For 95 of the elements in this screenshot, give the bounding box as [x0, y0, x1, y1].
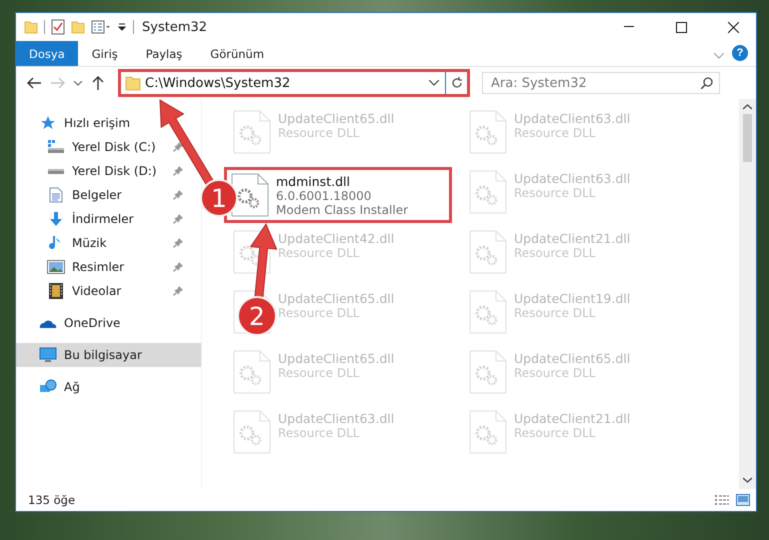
file-detail: Resource DLL: [278, 246, 360, 260]
drive-icon: [47, 139, 65, 155]
properties-icon[interactable]: [91, 20, 111, 34]
nav-item[interactable]: İndirmeler: [16, 207, 201, 231]
nav-item[interactable]: Yerel Disk (C:): [16, 135, 201, 159]
dll-file-icon: [468, 349, 508, 395]
details-view-icon[interactable]: [714, 494, 730, 506]
address-field[interactable]: C:\Windows\System32: [141, 76, 423, 90]
refresh-icon: [450, 77, 462, 89]
file-detail: Modem Class Installer: [276, 203, 408, 217]
nav-label: Ağ: [64, 380, 81, 394]
computer-icon: [39, 347, 57, 363]
up-arrow-icon: [92, 76, 104, 90]
nav-item[interactable]: Resimler: [16, 255, 201, 279]
file-name[interactable]: mdminst.dll: [276, 174, 408, 189]
close-icon: [728, 22, 738, 32]
pin-icon[interactable]: [173, 142, 183, 152]
nav-label: İndirmeler: [72, 212, 135, 226]
nav-label: Belgeler: [72, 188, 123, 202]
document-icon: [49, 187, 63, 203]
item-count: 135 öğe: [28, 493, 76, 507]
chevron-down-icon[interactable]: [429, 80, 439, 86]
pin-icon[interactable]: [173, 166, 183, 176]
dll-file-icon: [468, 409, 508, 455]
maximize-icon: [676, 22, 686, 32]
pin-icon[interactable]: [173, 286, 183, 296]
search-box[interactable]: Ara: System32: [482, 72, 720, 94]
network-icon: [39, 379, 57, 395]
file-detail: Resource DLL: [514, 306, 596, 320]
folder-icon: [71, 20, 85, 34]
left-arrow-icon: [27, 77, 41, 89]
nav-label: Hızlı erişim: [64, 116, 132, 130]
nav-item[interactable]: Belgeler: [16, 183, 201, 207]
nav-label: Müzik: [72, 236, 108, 250]
picture-icon: [47, 260, 65, 274]
dll-file-icon: [468, 169, 508, 215]
file-detail: Resource DLL: [278, 126, 360, 140]
nav-item[interactable]: Müzik: [16, 231, 201, 255]
dll-file-icon: [468, 229, 508, 275]
step-badge: 2: [237, 296, 277, 336]
scrollbar[interactable]: [739, 99, 756, 489]
ribbon-tab[interactable]: Görünüm: [196, 41, 278, 66]
nav-label: Videolar: [72, 284, 122, 298]
nav-item[interactable]: Bu bilgisayar: [16, 343, 201, 367]
film-icon: [49, 283, 63, 299]
ribbon-tab[interactable]: Dosya: [16, 41, 78, 66]
pin-icon[interactable]: [173, 214, 183, 224]
file-detail: Resource DLL: [514, 186, 596, 200]
file-detail: Resource DLL: [514, 366, 596, 380]
pin-icon[interactable]: [173, 190, 183, 200]
chevron-down-icon[interactable]: [743, 477, 752, 483]
nav-label: Yerel Disk (C:): [72, 140, 157, 154]
file-detail: Resource DLL: [278, 366, 360, 380]
nav-item[interactable]: Yerel Disk (D:): [16, 159, 201, 183]
star-icon: [40, 115, 56, 131]
pin-icon[interactable]: [173, 238, 183, 248]
nav-label: OneDrive: [64, 316, 122, 330]
down-arrow-icon: [48, 211, 64, 227]
folder-icon: [125, 75, 141, 91]
dll-file-icon: [232, 349, 272, 395]
dll-file-icon: [468, 109, 508, 155]
search-icon: [701, 77, 713, 89]
minimize-icon: [624, 26, 634, 28]
dll-file-icon: [468, 289, 508, 335]
file-detail: Resource DLL: [278, 426, 360, 440]
help-button[interactable]: ?: [732, 45, 748, 61]
checklist-icon[interactable]: [51, 19, 65, 35]
file-detail: Resource DLL: [514, 246, 596, 260]
tiles-view-icon[interactable]: [736, 494, 750, 506]
pin-icon[interactable]: [173, 262, 183, 272]
nav-label: Resimler: [72, 260, 126, 274]
nav-label: Bu bilgisayar: [64, 348, 143, 362]
dll-file-icon: [230, 172, 270, 218]
nav-item[interactable]: Ağ: [16, 375, 201, 399]
caret-icon[interactable]: [117, 22, 127, 32]
ribbon-tab[interactable]: Paylaş: [132, 41, 196, 66]
dll-file-icon: [232, 109, 272, 155]
nav-item[interactable]: OneDrive: [16, 311, 201, 335]
caret-icon: [74, 80, 82, 86]
nav-item[interactable]: Videolar: [16, 279, 201, 303]
ribbon-tab[interactable]: Giriş: [78, 41, 132, 66]
nav-label: Yerel Disk (D:): [72, 164, 158, 178]
nav-item[interactable]: Hızlı erişim: [16, 111, 201, 135]
drive-icon: [48, 168, 64, 174]
dll-file-icon: [232, 409, 272, 455]
chevron-up-icon[interactable]: [743, 104, 752, 110]
right-arrow-icon: [51, 77, 65, 89]
file-detail: Resource DLL: [278, 306, 360, 320]
file-detail: Resource DLL: [514, 126, 596, 140]
file-detail: Resource DLL: [514, 426, 596, 440]
address-bar[interactable]: C:\Windows\System32: [118, 69, 470, 97]
step-badge: 1: [200, 179, 238, 217]
scrollbar-thumb[interactable]: [743, 114, 752, 162]
window-title: System32: [142, 20, 208, 34]
file-detail: 6.0.6001.18000: [276, 189, 372, 203]
